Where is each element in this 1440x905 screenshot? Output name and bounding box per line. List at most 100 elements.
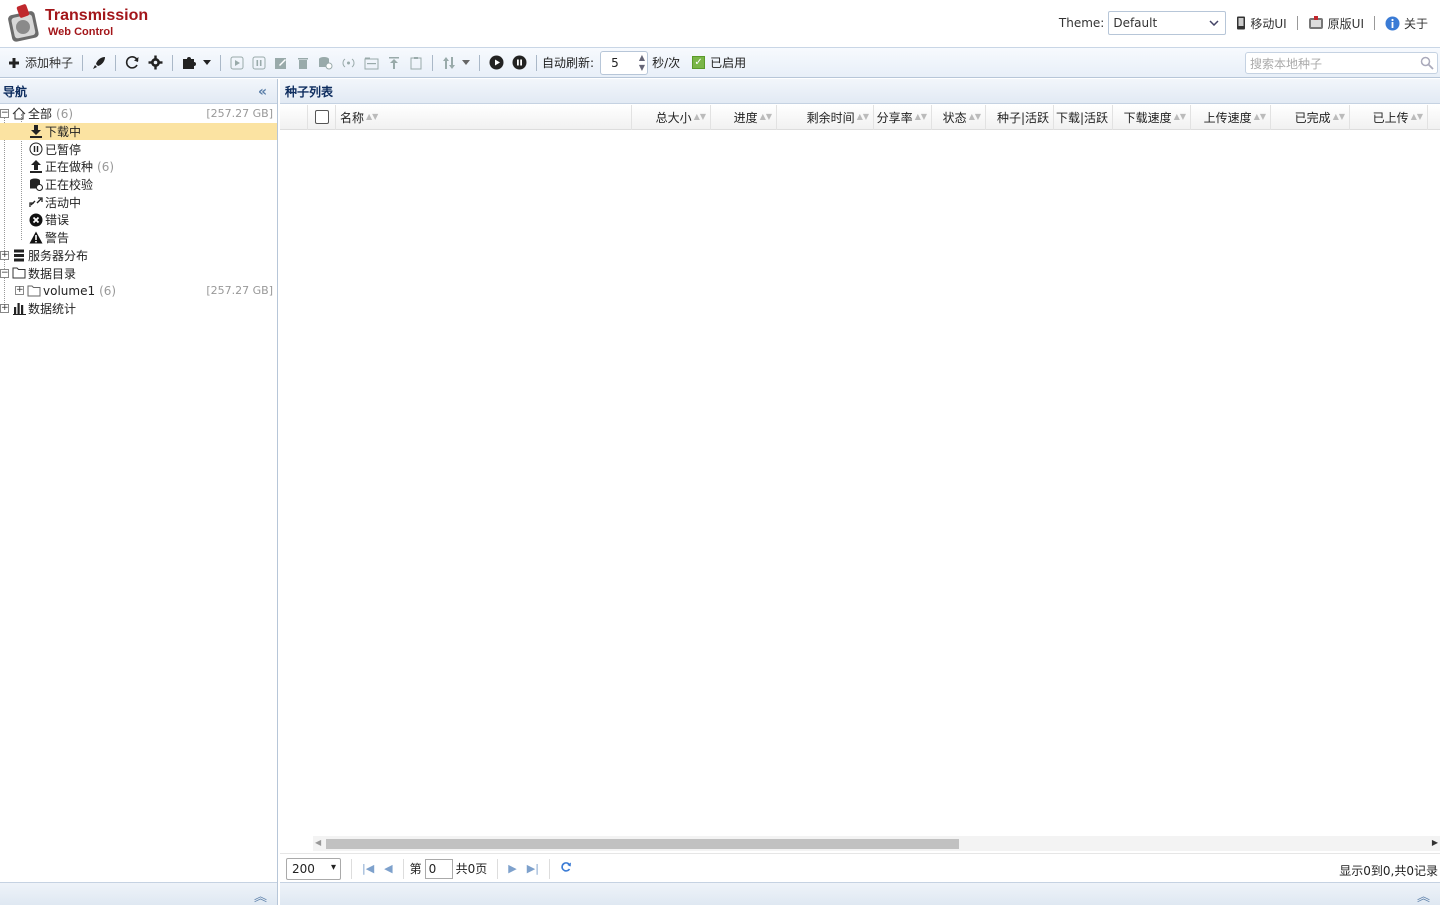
start-all-button[interactable]	[88, 51, 110, 75]
original-ui-icon	[1308, 16, 1323, 29]
column-completed[interactable]: 已完成 ▲▼	[1271, 104, 1350, 130]
column-upload-speed[interactable]: 上传速度 ▲▼	[1191, 104, 1271, 130]
labels-button[interactable]	[405, 51, 427, 75]
play-circle-icon	[489, 55, 504, 70]
start-all-torrents-button[interactable]	[485, 51, 508, 75]
bar-chart-icon	[11, 300, 27, 316]
folder-icon	[11, 265, 27, 281]
settings-button[interactable]	[144, 51, 167, 75]
column-progress[interactable]: 进度 ▲▼	[711, 104, 777, 130]
refresh-interval-spinner[interactable]: 5 ▲ ▼	[600, 50, 649, 75]
column-uploaded[interactable]: 已上传 ▲▼	[1350, 104, 1428, 130]
reannounce-button[interactable]	[337, 51, 360, 75]
gear-icon	[148, 55, 163, 70]
original-ui-link[interactable]: 原版UI	[1308, 15, 1364, 32]
toolbar-divider	[172, 54, 174, 71]
plugins-menu-button[interactable]	[178, 51, 215, 75]
expand-up-icon[interactable]: ︽	[254, 886, 267, 905]
nav-item-all[interactable]: − 全部 (6) [257.27 GB]	[0, 105, 277, 123]
column-leechers-active[interactable]: 下载|活跃	[1054, 104, 1113, 130]
caret-down-icon	[203, 60, 212, 65]
last-page-icon[interactable]: ▶|	[527, 862, 539, 875]
chevron-down-icon: ▾	[330, 861, 336, 873]
folder-move-icon	[364, 57, 379, 69]
reload-page-icon[interactable]	[560, 861, 572, 876]
nav-item-volume1[interactable]: + volume1 (6) [257.27 GB]	[0, 282, 277, 300]
nav-item-paused[interactable]: 已暂停	[0, 140, 277, 158]
search-input[interactable]: 搜索本地种子	[1245, 52, 1438, 74]
nav-item-checking[interactable]: 正在校验	[0, 176, 277, 194]
select-all-checkbox[interactable]	[308, 104, 336, 130]
chevron-down-icon	[1206, 15, 1222, 31]
remove-button[interactable]	[292, 51, 314, 75]
records-info: 显示0到0,共0记录	[1339, 864, 1438, 878]
pause-all-torrents-button[interactable]	[508, 51, 531, 75]
nav-item-statistics[interactable]: + 数据统计	[0, 300, 277, 318]
torrent-list-header: 种子列表	[280, 79, 1440, 104]
collapse-left-icon[interactable]: «	[258, 84, 267, 100]
transmission-logo	[8, 4, 39, 42]
auto-refresh-checkbox[interactable]: ✓	[692, 56, 706, 69]
queue-top-button[interactable]	[383, 51, 405, 75]
rename-button[interactable]	[270, 51, 292, 75]
expand-toggle-icon[interactable]: +	[15, 286, 24, 296]
nav-item-data-dirs[interactable]: − 数据目录	[0, 264, 277, 282]
toolbar-divider	[479, 54, 481, 71]
toolbar-divider	[220, 54, 222, 71]
page-size-select[interactable]: 200 ▾	[286, 857, 341, 880]
divider	[1373, 16, 1375, 30]
scroll-left-icon[interactable]: ◀	[315, 838, 321, 847]
scroll-right-icon[interactable]: ▶	[1432, 838, 1438, 847]
torrent-list-panel: 种子列表 名称 ▲▼ 总大小 ▲▼ 进度 ▲▼ 剩余时间 ▲▼ 分享率 ▲▼ 状态 ▲▼ 种…	[280, 79, 1440, 905]
nav-item-error[interactable]: 错误	[0, 211, 277, 229]
column-total-size[interactable]: 总大小 ▲▼	[632, 104, 711, 130]
prev-page-icon[interactable]: ◀	[384, 862, 392, 875]
first-page-icon[interactable]: |◀	[362, 862, 374, 875]
expand-up-icon[interactable]: ︽	[1417, 886, 1430, 905]
brand-title: Transmission	[45, 7, 149, 24]
speed-limit-menu-button[interactable]	[438, 51, 474, 75]
nav-item-servers[interactable]: + 服务器分布	[0, 247, 277, 265]
mobile-icon	[1237, 16, 1246, 30]
column-seeders-active[interactable]: 种子|活跃	[986, 104, 1054, 130]
pause-button[interactable]	[248, 51, 270, 75]
column-status[interactable]: 状态 ▲▼	[932, 104, 986, 130]
column-remaining-time[interactable]: 剩余时间 ▲▼	[777, 104, 874, 130]
pause-square-icon	[252, 56, 266, 69]
next-page-icon[interactable]: ▶	[508, 862, 516, 875]
expand-toggle-icon[interactable]: +	[0, 250, 9, 260]
sort-icon: ▲▼	[759, 112, 772, 121]
sort-icon: ▲▼	[1332, 112, 1345, 121]
nav-item-active[interactable]: 活动中	[0, 193, 277, 211]
refresh-icon	[125, 56, 139, 69]
collapse-toggle-icon[interactable]: −	[0, 268, 9, 278]
sort-icon: ▲▼	[1173, 112, 1186, 121]
mobile-ui-link[interactable]: 移动UI	[1236, 15, 1287, 32]
start-button[interactable]	[226, 51, 248, 75]
edit-icon	[275, 57, 287, 69]
nav-item-seeding[interactable]: 正在做种 (6)	[0, 158, 277, 176]
column-ratio[interactable]: 分享率 ▲▼	[874, 104, 932, 130]
sort-icon: ▲▼	[968, 112, 981, 121]
verify-button[interactable]	[314, 51, 337, 75]
refresh-button[interactable]	[121, 51, 144, 75]
search-icon[interactable]	[1420, 56, 1434, 70]
torrent-list-title: 种子列表	[285, 84, 334, 99]
horizontal-scrollbar[interactable]: ◀ ▶	[313, 836, 1440, 851]
spinner-arrows-icon[interactable]: ▲ ▼	[639, 53, 645, 73]
expand-toggle-icon[interactable]: +	[0, 303, 9, 313]
plus-icon	[9, 57, 19, 68]
scrollbar-thumb[interactable]	[326, 839, 959, 849]
about-link[interactable]: 关于	[1385, 15, 1428, 32]
add-torrent-button[interactable]: 添加种子	[4, 51, 77, 75]
collapse-toggle-icon[interactable]: −	[0, 109, 9, 119]
error-icon	[28, 212, 44, 228]
column-download-speed[interactable]: 下载速度 ▲▼	[1113, 104, 1191, 130]
column-name[interactable]: 名称 ▲▼	[336, 104, 632, 130]
nav-item-warning[interactable]: 警告	[0, 229, 277, 247]
nav-item-downloading[interactable]: 下载中	[0, 122, 277, 141]
move-button[interactable]	[360, 51, 383, 75]
theme-select[interactable]: Default	[1108, 11, 1227, 35]
upload-icon	[28, 159, 44, 175]
page-number-input[interactable]: 0	[424, 858, 453, 879]
